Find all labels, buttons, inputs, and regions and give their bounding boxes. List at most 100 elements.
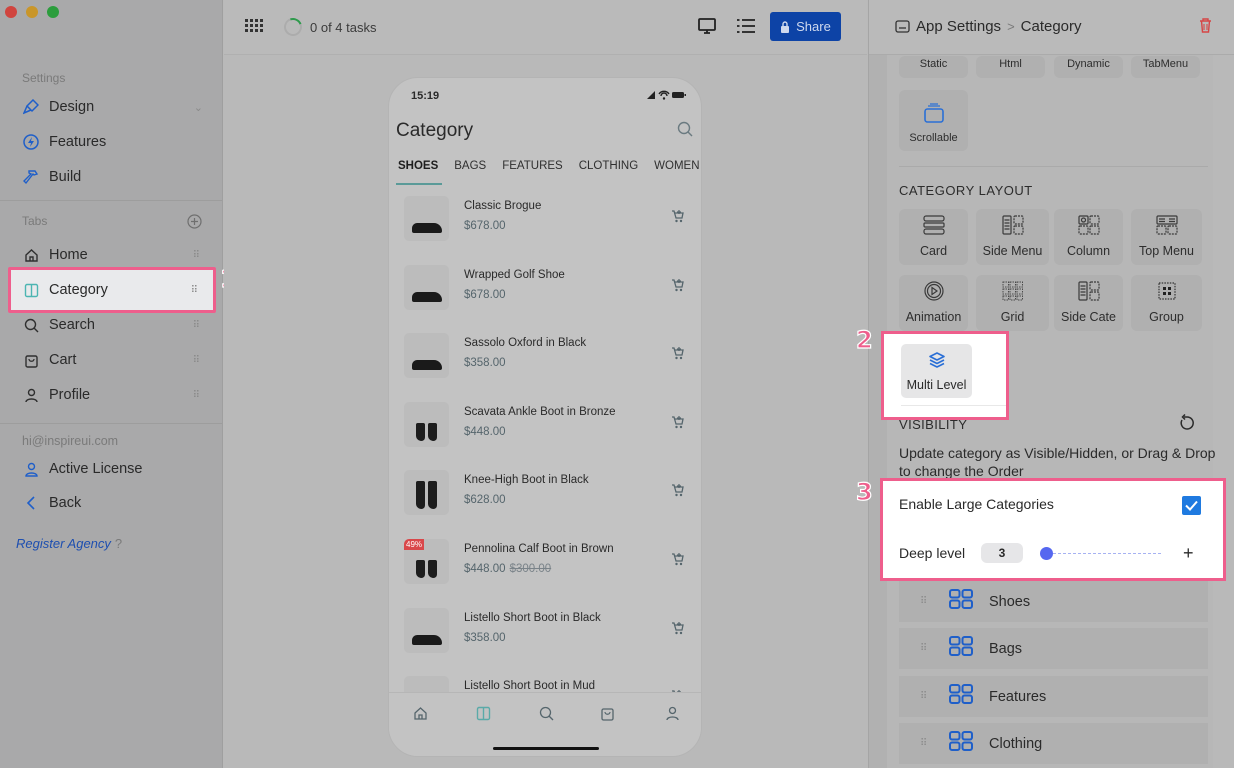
drag-handle-icon[interactable]: ⠿ — [191, 285, 198, 296]
layout-option-column[interactable]: Column — [1054, 209, 1123, 265]
layout-option-top-menu[interactable]: Top Menu — [1131, 209, 1202, 265]
nav-cart-icon[interactable] — [600, 706, 615, 726]
visibility-title: VISIBILITY — [899, 417, 968, 432]
deep-level-value[interactable]: 3 — [981, 543, 1023, 563]
maximize-window-button[interactable] — [47, 6, 59, 18]
product-name: Listello Short Boot in Mud — [464, 680, 596, 693]
register-agency-label: Register Agency — [16, 536, 111, 551]
nav-search-icon[interactable] — [539, 706, 554, 726]
category-row-shoes[interactable]: ⠿ Shoes — [899, 581, 1208, 622]
user-icon — [22, 460, 40, 478]
drag-handle-icon[interactable]: ⠿ — [920, 691, 940, 702]
sidebar-item-category[interactable]: Category ⠿ — [8, 267, 216, 313]
minimize-window-button[interactable] — [26, 6, 38, 18]
tile-label: Side Cate — [1061, 310, 1116, 324]
add-to-cart-icon[interactable] — [671, 347, 684, 365]
add-to-cart-icon[interactable] — [671, 210, 684, 228]
highlight-multi-level: Multi Level — [881, 331, 1009, 420]
phone-tab-features[interactable]: FEATURES — [502, 160, 563, 172]
product-item[interactable]: Classic Brogue $678.00 — [389, 190, 701, 259]
tile-label: Grid — [1000, 310, 1025, 324]
reset-icon[interactable] — [1178, 413, 1196, 437]
style-option-tabmenu[interactable]: TabMenu — [1131, 56, 1200, 78]
app-settings-icon — [895, 20, 910, 33]
phone-status-bar: 15:19 — [411, 90, 687, 103]
style-option-dynamic[interactable]: Dynamic — [1054, 56, 1123, 78]
help-icon[interactable]: ? — [115, 536, 122, 551]
category-name: Clothing — [989, 735, 1043, 752]
nav-profile-icon[interactable] — [665, 706, 680, 726]
product-item[interactable]: Wrapped Golf Shoe $678.00 — [389, 259, 701, 328]
enable-large-categories-checkbox[interactable] — [1182, 496, 1201, 515]
sidebar-item-cart[interactable]: Cart ⠿ — [10, 343, 215, 377]
phone-tab-shoes[interactable]: SHOES — [395, 160, 443, 185]
sidebar-item-design[interactable]: Design ⌄ — [10, 90, 215, 124]
category-row-bags[interactable]: ⠿ Bags — [899, 628, 1208, 669]
back-link[interactable]: Back — [10, 486, 215, 520]
share-button[interactable]: Share — [770, 12, 841, 41]
sidebar-item-label: Home — [49, 247, 88, 263]
add-to-cart-icon[interactable] — [671, 621, 684, 640]
increase-deep-level-button[interactable]: + — [1183, 543, 1194, 563]
close-window-button[interactable] — [5, 6, 17, 18]
chevron-down-icon[interactable]: ⌄ — [194, 101, 203, 114]
drag-handle-icon[interactable]: ⠿ — [193, 355, 200, 366]
product-thumbnail: 49% — [404, 538, 449, 584]
layout-option-animation[interactable]: Animation — [899, 275, 968, 331]
add-to-cart-icon[interactable] — [671, 415, 684, 434]
layout-option-multi-level[interactable]: Multi Level — [901, 344, 972, 398]
drag-handle-icon[interactable]: ⠿ — [193, 250, 200, 261]
product-item[interactable]: Listello Short Boot in Black $358.00 — [389, 602, 701, 671]
sidebar-item-build[interactable]: Build — [10, 160, 215, 194]
tasks-progress-text[interactable]: 0 of 4 tasks — [310, 20, 376, 35]
add-to-cart-icon[interactable] — [671, 278, 684, 297]
product-item[interactable]: Scavata Ankle Boot in Bronze $448.00 — [389, 396, 701, 465]
add-to-cart-icon[interactable] — [671, 484, 684, 502]
layout-option-group[interactable]: Group — [1131, 275, 1202, 331]
layout-option-card[interactable]: Card — [899, 209, 968, 265]
product-item[interactable]: Knee-High Boot in Black $628.00 — [389, 464, 701, 533]
style-option-static[interactable]: Static — [899, 56, 968, 78]
layout-option-side-cate[interactable]: Side Cate — [1054, 275, 1123, 331]
top-toolbar: 0 of 4 tasks Share — [224, 0, 867, 55]
trash-icon[interactable] — [1199, 18, 1212, 38]
drag-handle-icon[interactable]: ⠿ — [193, 390, 200, 401]
bolt-icon — [22, 133, 40, 151]
drag-handle-icon[interactable]: ⠿ — [920, 596, 940, 607]
register-agency-link[interactable]: Register Agency? — [16, 536, 122, 551]
style-option-html[interactable]: Html — [976, 56, 1045, 78]
deep-level-slider[interactable] — [1040, 547, 1161, 560]
sidebar-item-features[interactable]: Features — [10, 125, 215, 159]
phone-tab-bags[interactable]: BAGS — [454, 160, 486, 172]
drag-handle-icon[interactable]: ⠿ — [920, 643, 940, 654]
product-item[interactable]: 49% Pennolina Calf Boot in Brown $448.00… — [389, 533, 701, 602]
nav-home-icon[interactable] — [413, 706, 428, 726]
user-icon — [22, 386, 40, 404]
phone-tab-clothing[interactable]: CLOTHING — [579, 160, 638, 172]
product-item[interactable]: Sassolo Oxford in Black $358.00 — [389, 327, 701, 396]
list-view-icon[interactable] — [737, 18, 755, 39]
add-to-cart-icon[interactable] — [671, 552, 684, 571]
breadcrumb-app-settings[interactable]: App Settings — [916, 18, 1001, 35]
nav-category-icon[interactable] — [476, 706, 491, 726]
category-row-features[interactable]: ⠿ Features — [899, 676, 1208, 717]
divider — [0, 200, 222, 201]
desktop-preview-icon[interactable] — [698, 17, 716, 40]
slider-thumb[interactable] — [1040, 547, 1053, 560]
drag-handle-icon[interactable]: ⠿ — [193, 320, 200, 331]
drag-handle-icon[interactable]: ⠿ — [920, 738, 940, 749]
layout-option-grid[interactable]: Grid — [976, 275, 1049, 331]
sidebar-item-label: Category — [49, 282, 108, 298]
sidebar-item-search[interactable]: Search ⠿ — [10, 308, 215, 342]
phone-tab-women[interactable]: WOMEN — [654, 160, 699, 172]
layout-option-side-menu[interactable]: Side Menu — [976, 209, 1049, 265]
brush-icon — [22, 98, 40, 116]
search-icon[interactable] — [677, 121, 693, 142]
category-grid-icon — [949, 636, 973, 661]
add-tab-icon[interactable] — [187, 214, 202, 234]
apps-grid-icon[interactable] — [245, 19, 263, 38]
sidebar-item-profile[interactable]: Profile ⠿ — [10, 378, 215, 412]
active-license-link[interactable]: Active License — [10, 452, 215, 486]
category-row-clothing[interactable]: ⠿ Clothing — [899, 723, 1208, 764]
style-option-scrollable[interactable]: Scrollable — [899, 90, 968, 151]
